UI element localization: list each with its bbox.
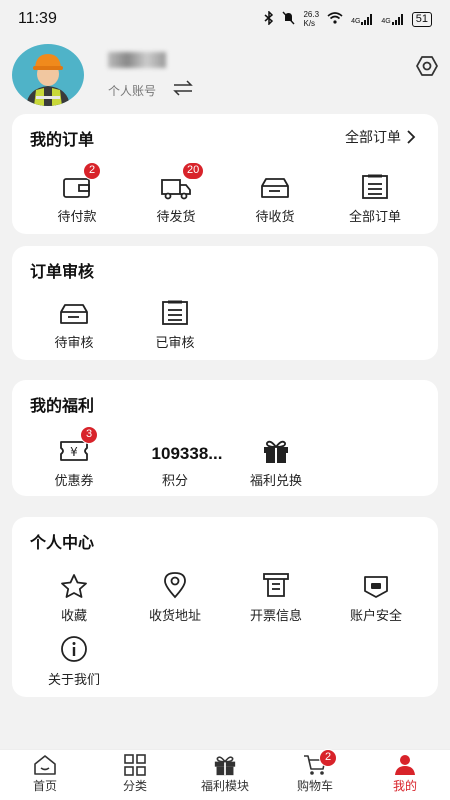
username-obscured [108,52,166,68]
net-speed: 26.3 K/s [303,10,320,28]
status-time: 11:39 [18,10,57,27]
tab-label: 福利模块 [200,779,249,793]
review-item-label: 待审核 [54,335,94,350]
about-us-entry[interactable]: 关于我们 [24,631,124,688]
order-badge: 2 [83,162,101,180]
personal-center-title: 个人中心 [30,535,95,552]
wifi-icon [327,11,343,27]
home-icon [34,755,56,775]
order-item-label: 待收货 [255,209,295,224]
truck-icon [161,179,191,200]
review-item-label: 已审核 [155,335,195,350]
center-item-label: 关于我们 [47,672,100,687]
status-bar: 11:39 26.3 K/s 4G 4G 51 [0,0,450,38]
center-item-label: 开票信息 [249,608,302,623]
coupon-badge: 3 [80,426,98,444]
center-item-label: 收货地址 [148,608,201,623]
tab-label: 我的 [392,779,417,793]
status-icons: 26.3 K/s 4G 4G 51 [264,9,432,28]
tab-label: 分类 [122,779,147,793]
wallet-icon [63,178,90,198]
list-document-icon [362,174,388,199]
benefit-exchange-entry[interactable]: 福利兑换 [226,432,326,489]
svg-text:¥: ¥ [70,445,78,459]
invoice-entry[interactable]: 开票信息 [226,567,326,624]
shield-icon [364,576,388,598]
order-review-card: 订单审核 待审核 已审核 [12,246,438,360]
chevron-right-icon [407,130,416,144]
my-orders-card: 我的订单 全部订单 2 待付款 20 待发货 待收货 全部订单 [12,114,438,234]
box-icon [261,178,289,198]
order-pending-payment[interactable]: 2 待付款 [27,162,127,225]
order-pending-receipt[interactable]: 待收货 [225,168,325,225]
view-all-orders-link[interactable]: 全部订单 [345,127,416,147]
bluetooth-icon [264,9,274,28]
account-security-entry[interactable]: 账户安全 [326,567,426,624]
tab-cart[interactable]: 2 购物车 [270,749,360,800]
tab-benefits[interactable]: 福利模块 [180,750,270,800]
info-icon [61,636,87,662]
address-entry[interactable]: 收货地址 [125,567,225,624]
my-benefits-title: 我的福利 [30,398,95,415]
invoice-icon [263,573,289,597]
location-pin-icon [164,572,186,599]
avatar[interactable] [12,44,84,106]
gift-icon [214,756,236,776]
box-icon [60,304,88,324]
center-item-label: 收藏 [60,608,87,623]
center-item-label: 账户安全 [349,608,402,623]
battery-icon: 51 [411,11,432,27]
switch-account-icon[interactable] [172,80,194,101]
mute-bell-icon [282,11,296,28]
tab-home[interactable]: 首页 [0,750,90,800]
tab-category[interactable]: 分类 [90,750,180,800]
grid-icon [124,754,146,776]
order-item-label: 待发货 [156,209,196,224]
order-badge: 20 [182,162,205,180]
signal-icon-1: 4G [351,13,373,25]
order-review-title: 订单审核 [30,264,95,281]
cart-badge: 2 [319,749,337,767]
profile-header: 个人账号 [0,40,450,110]
tab-label: 首页 [32,779,57,793]
tab-label: 购物车 [296,779,333,793]
person-icon [395,755,415,775]
gift-icon [264,440,288,463]
review-done[interactable]: 已审核 [125,294,225,351]
bottom-tab-bar: 首页 分类 福利模块 2 购物车 我的 [0,749,450,800]
order-item-label: 待付款 [57,209,97,224]
my-benefits-card: 我的福利 ¥ 3 优惠券 109338... 积分 福利兑换 [12,380,438,496]
signal-icon-2: 4G [381,13,403,25]
order-all[interactable]: 全部订单 [325,168,425,225]
order-item-label: 全部订单 [348,209,401,224]
account-label: 个人账号 [108,84,157,98]
benefit-exchange-label: 福利兑换 [249,473,302,488]
tab-mine[interactable]: 我的 [360,750,450,800]
review-pending[interactable]: 待审核 [24,294,124,351]
my-orders-title: 我的订单 [30,132,95,149]
settings-icon[interactable] [415,55,439,82]
favorites-entry[interactable]: 收藏 [24,567,124,624]
list-document-icon [162,300,188,325]
order-pending-shipment[interactable]: 20 待发货 [126,162,226,225]
personal-center-card: 个人中心 收藏 收货地址 开票信息 账户安全 关于我们 [12,517,438,697]
star-icon [61,574,87,598]
